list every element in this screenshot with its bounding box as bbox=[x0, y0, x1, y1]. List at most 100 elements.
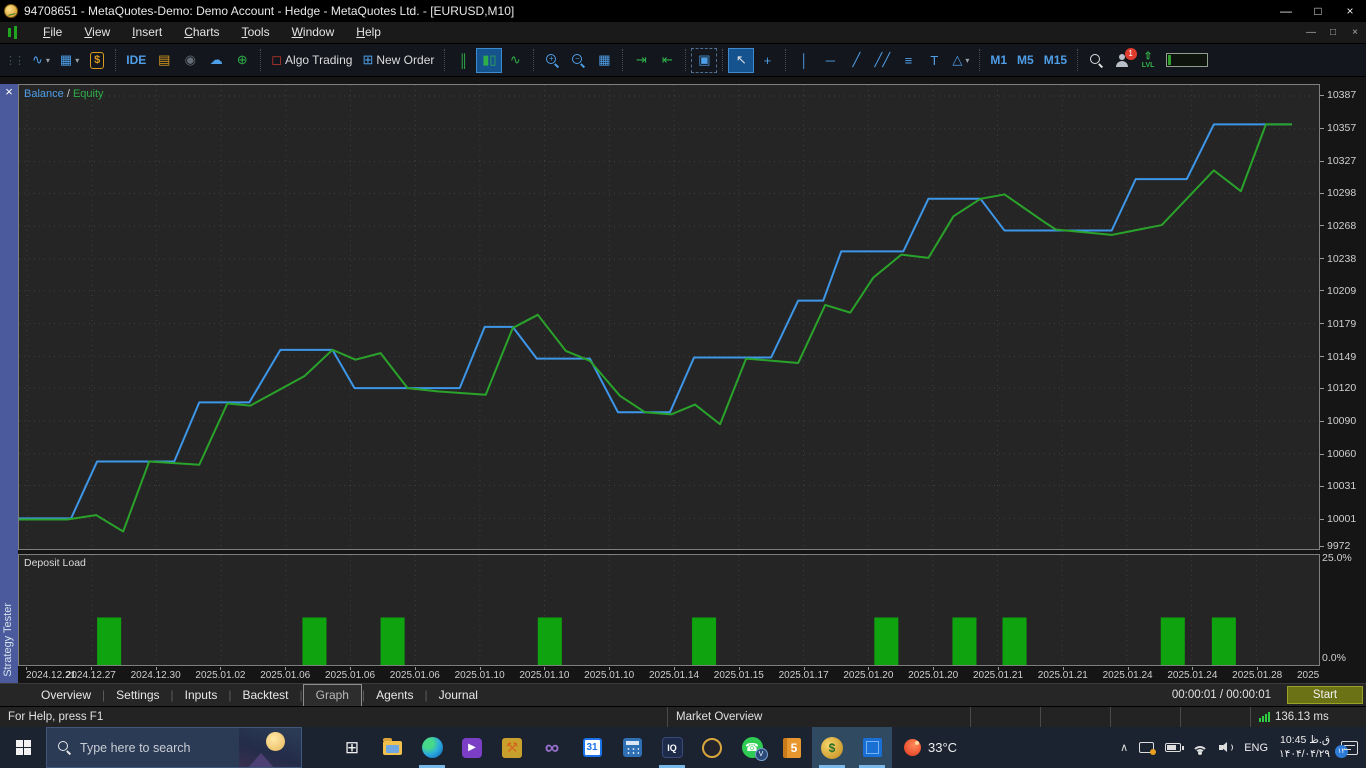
file-explorer-button[interactable] bbox=[372, 727, 412, 768]
date-label: 2025.01.17 bbox=[779, 670, 829, 681]
tab-settings[interactable]: Settings bbox=[105, 686, 170, 704]
calendar-button[interactable]: 31 bbox=[572, 727, 612, 768]
community-button[interactable]: 1 bbox=[1109, 48, 1135, 73]
timeframe-m1-button[interactable]: M1 bbox=[985, 48, 1012, 73]
weather-widget[interactable]: 33°C bbox=[892, 727, 969, 768]
tab-graph[interactable]: Graph bbox=[303, 684, 362, 706]
tab-inputs[interactable]: Inputs bbox=[174, 686, 229, 704]
iq-app-button[interactable]: IQ bbox=[652, 727, 692, 768]
tab-backtest[interactable]: Backtest bbox=[231, 686, 299, 704]
desktop: 94708651 - MetaQuotes-Demo: Demo Account… bbox=[0, 0, 1366, 768]
text-tool-button[interactable]: T bbox=[921, 48, 947, 73]
battery-icon[interactable] bbox=[1165, 743, 1181, 752]
new-order-button[interactable]: ⊞New Order bbox=[357, 48, 439, 73]
shapes-button[interactable]: △▾ bbox=[947, 48, 974, 73]
line-chart-button[interactable]: ∿ bbox=[502, 48, 528, 73]
metatrader5-button[interactable]: $ bbox=[812, 727, 852, 768]
office-5-app-button[interactable]: 5 bbox=[772, 727, 812, 768]
clock[interactable]: 10:45 ق.ظ ۱۴۰۴/۰۴/۲۹ bbox=[1279, 734, 1330, 761]
device-chip-app-button[interactable] bbox=[852, 727, 892, 768]
edge-browser-button[interactable] bbox=[412, 727, 452, 768]
equidistant-lines-button[interactable]: ≡ bbox=[895, 48, 921, 73]
visual-studio-button[interactable]: ∞ bbox=[532, 727, 572, 768]
price-axis[interactable]: 1038710357103271029810268102381020910179… bbox=[1320, 84, 1366, 550]
cloud-button[interactable]: ☁ bbox=[203, 48, 229, 73]
toolbar-grip[interactable]: ⋮⋮ bbox=[5, 54, 23, 67]
auto-scroll-button[interactable]: ⇤ bbox=[654, 48, 680, 73]
media-player-button[interactable]: ▶ bbox=[452, 727, 492, 768]
calculator-button[interactable] bbox=[612, 727, 652, 768]
deposit-load-plot bbox=[19, 555, 1319, 665]
whatsapp-button[interactable]: ☎V bbox=[732, 727, 772, 768]
zoom-out-button[interactable]: − bbox=[565, 48, 591, 73]
tab-journal[interactable]: Journal bbox=[428, 686, 489, 704]
vps-button[interactable]: ⊕ bbox=[229, 48, 255, 73]
start-menu-button[interactable] bbox=[0, 727, 46, 768]
cast-icon[interactable] bbox=[1139, 742, 1154, 753]
metaeditor-ide-button[interactable]: IDE bbox=[121, 48, 151, 73]
menu-bar: FileViewInsertChartsToolsWindowHelp — □ … bbox=[0, 22, 1366, 44]
language-indicator[interactable]: ENG bbox=[1244, 742, 1268, 754]
tab-agents[interactable]: Agents bbox=[365, 686, 424, 704]
zoom-in-button[interactable]: + bbox=[539, 48, 565, 73]
strategy-tester-panel-strip: × Strategy Tester bbox=[0, 84, 18, 683]
date-label: 2025.01.28 bbox=[1297, 670, 1320, 681]
mdi-minimize-button[interactable]: — bbox=[1300, 23, 1322, 43]
date-label: 2025.01.06 bbox=[260, 670, 310, 681]
shift-chart-end-button[interactable]: ⇥ bbox=[628, 48, 654, 73]
close-strategy-tester-button[interactable]: × bbox=[0, 84, 18, 100]
menu-charts[interactable]: Charts bbox=[173, 22, 230, 43]
channel-button[interactable]: ╱╱ bbox=[869, 48, 895, 73]
timeframe-m5-button[interactable]: M5 bbox=[1012, 48, 1039, 73]
folder-icon bbox=[383, 741, 402, 755]
balance-equity-chart[interactable]: Balance / Equity bbox=[18, 84, 1320, 550]
close-button[interactable]: × bbox=[1334, 0, 1366, 22]
taskbar-search[interactable]: Type here to search bbox=[46, 727, 302, 768]
right-axis-column: 1038710357103271029810268102381020910179… bbox=[1320, 84, 1366, 683]
horizontal-line-button[interactable]: ─ bbox=[817, 48, 843, 73]
timeframe-m15-button[interactable]: M15 bbox=[1039, 48, 1072, 73]
menu-tools[interactable]: Tools bbox=[231, 22, 281, 43]
start-button[interactable]: Start bbox=[1287, 686, 1363, 704]
menu-file[interactable]: File bbox=[32, 22, 73, 43]
accounts-button[interactable]: $ bbox=[84, 48, 110, 73]
mdi-close-button[interactable]: × bbox=[1344, 23, 1366, 43]
trendline-button[interactable]: ╱ bbox=[843, 48, 869, 73]
vertical-line-button[interactable]: │ bbox=[791, 48, 817, 73]
status-market-overview[interactable]: Market Overview bbox=[667, 707, 970, 727]
tester-tabs: Overview|Settings|Inputs|Backtest|Graph|… bbox=[30, 686, 489, 704]
levels-button[interactable]: ⇧LVL bbox=[1135, 48, 1161, 73]
minimize-button[interactable]: — bbox=[1270, 0, 1302, 22]
speaker-icon[interactable] bbox=[1219, 742, 1233, 753]
search-button[interactable] bbox=[1083, 48, 1109, 73]
chart-profiles-button[interactable]: ▦▾ bbox=[55, 48, 84, 73]
tile-windows-button[interactable]: ▦ bbox=[591, 48, 617, 73]
notification-center-icon[interactable]: ۱۲ bbox=[1341, 741, 1358, 755]
chart-screenshot-button[interactable]: ▣ bbox=[691, 48, 717, 73]
balance-equity-plot bbox=[19, 85, 1319, 549]
menu-help[interactable]: Help bbox=[345, 22, 392, 43]
deposit-load-chart[interactable]: Deposit Load bbox=[18, 554, 1320, 666]
time-axis[interactable]: 2024.12.212024.12.272024.12.302025.01.02… bbox=[18, 666, 1320, 683]
market-button[interactable]: ▤ bbox=[151, 48, 177, 73]
signals-button[interactable]: ◉ bbox=[177, 48, 203, 73]
menu-window[interactable]: Window bbox=[281, 22, 346, 43]
ring-app-button[interactable] bbox=[692, 727, 732, 768]
dev-tools-button[interactable]: ⚒ bbox=[492, 727, 532, 768]
bar-chart-button[interactable]: ║ bbox=[450, 48, 476, 73]
wifi-icon[interactable] bbox=[1192, 742, 1208, 753]
cursor-button[interactable]: ↖ bbox=[728, 48, 754, 73]
task-view-button[interactable]: ⊞ bbox=[332, 727, 372, 768]
algo-trading-button[interactable]: ◻Algo Trading bbox=[266, 48, 357, 73]
menu-view[interactable]: View bbox=[73, 22, 121, 43]
hidden-icons-chevron[interactable]: ∧ bbox=[1120, 741, 1128, 754]
new-chart-button[interactable]: ∿▾ bbox=[27, 48, 55, 73]
mdi-restore-button[interactable]: □ bbox=[1322, 23, 1344, 43]
candlestick-chart-button[interactable]: ▮▯ bbox=[476, 48, 502, 73]
tab-overview[interactable]: Overview bbox=[30, 686, 102, 704]
connection-progress-bar[interactable] bbox=[1161, 48, 1213, 73]
restore-button[interactable]: □ bbox=[1302, 0, 1334, 22]
date-label: 2025.01.10 bbox=[519, 670, 569, 681]
crosshair-button[interactable]: + bbox=[754, 48, 780, 73]
menu-insert[interactable]: Insert bbox=[121, 22, 173, 43]
